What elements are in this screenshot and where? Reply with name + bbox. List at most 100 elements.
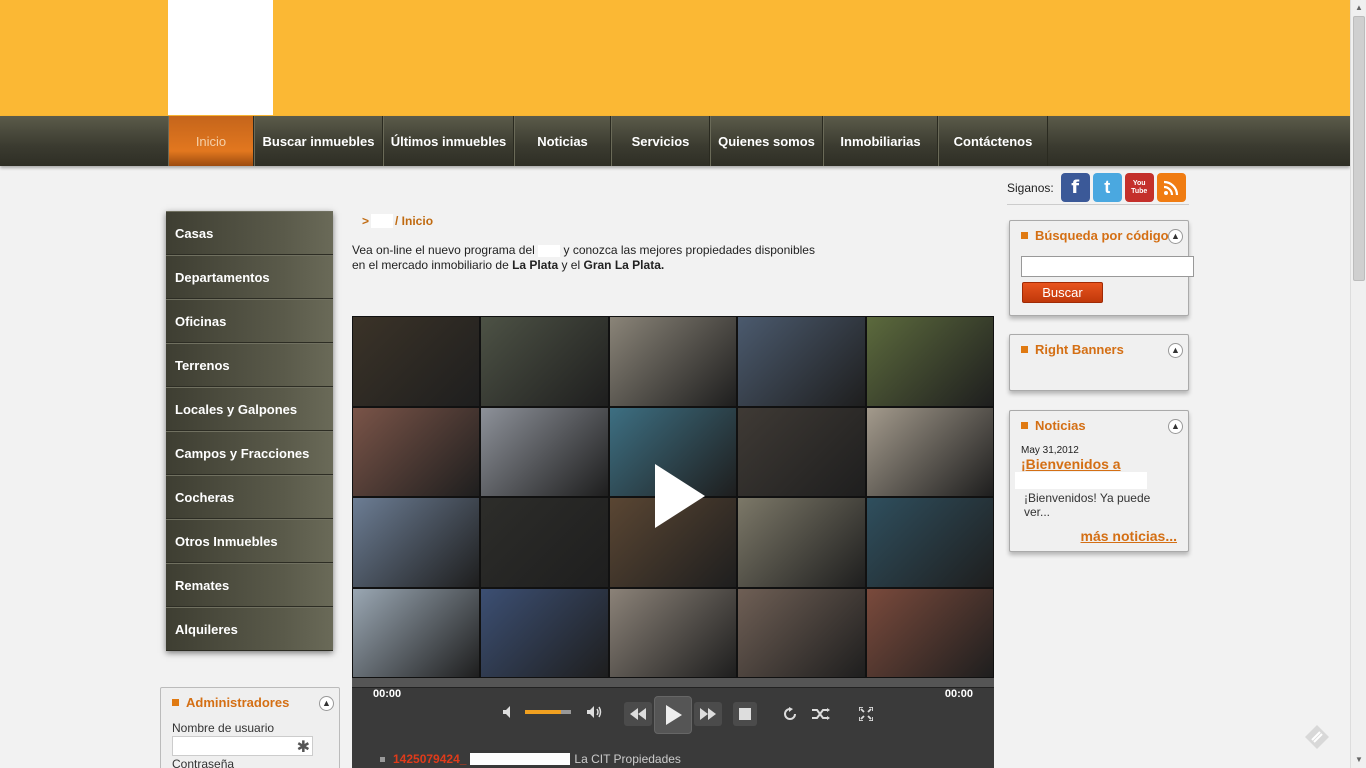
username-label: Nombre de usuario: [172, 721, 275, 735]
facebook-icon[interactable]: f: [1060, 173, 1090, 202]
repeat-icon[interactable]: [780, 704, 800, 724]
youtube-icon[interactable]: You Tube: [1124, 173, 1154, 202]
video-thumbnail-tile: [865, 406, 994, 497]
play-overlay-icon[interactable]: [635, 456, 715, 536]
scroll-thumb[interactable]: [1353, 16, 1365, 281]
category-otros-inmuebles[interactable]: Otros Inmuebles: [166, 519, 333, 563]
feedback-icon[interactable]: [1304, 724, 1330, 750]
collapse-up-icon[interactable]: ▲: [1168, 229, 1183, 244]
video-thumbnail-tile: [480, 406, 609, 497]
follow-us-bar: Siganos: f t You Tube: [1007, 171, 1189, 205]
main-nav: Inicio Buscar inmuebles Últimos inmueble…: [0, 116, 1350, 166]
news-title: Noticias: [1021, 418, 1086, 433]
category-locales-galpones[interactable]: Locales y Galpones: [166, 387, 333, 431]
page-scrollbar[interactable]: ▲ ▼: [1350, 0, 1366, 768]
listing-redacted: [470, 753, 571, 765]
nav-noticias[interactable]: Noticias: [514, 116, 611, 166]
video-thumbnail-tile: [352, 497, 481, 588]
nav-inmobiliarias[interactable]: Inmobiliarias: [823, 116, 938, 166]
shuffle-icon[interactable]: [810, 704, 832, 724]
code-search-box: Búsqueda por código ▲ Buscar: [1009, 220, 1194, 316]
category-menu: Casas Departamentos Oficinas Terrenos Lo…: [166, 211, 333, 651]
volume-max-icon[interactable]: [584, 702, 606, 722]
intro-text: Vea on-line el nuevo programa del y cono…: [352, 243, 832, 273]
listing-text: La CIT Propiedades: [574, 752, 681, 766]
news-headline-link[interactable]: ¡Bienvenidos a: [1021, 456, 1121, 472]
list-bullet-icon: [380, 756, 385, 762]
twitter-icon[interactable]: t: [1092, 173, 1122, 202]
video-thumbnail-tile: [480, 316, 609, 407]
video-player[interactable]: [352, 316, 994, 678]
play-button[interactable]: [654, 696, 692, 734]
right-banners-box: Right Banners ▲: [1009, 334, 1189, 391]
video-thumbnail-tile: [608, 587, 738, 678]
volume-level: [525, 710, 561, 714]
volume-slider[interactable]: [525, 710, 571, 714]
required-asterisk-icon: ✱: [296, 739, 310, 756]
collapse-up-icon[interactable]: ▲: [319, 696, 334, 711]
time-total: 00:00: [944, 688, 973, 700]
nav-quienes-somos[interactable]: Quienes somos: [710, 116, 823, 166]
video-thumbnail-tile: [737, 587, 866, 678]
listing-item[interactable]: 1425079424_ La CIT Propiedades: [380, 752, 681, 766]
video-thumbnail-tile: [352, 316, 481, 407]
nav-inicio[interactable]: Inicio: [168, 116, 254, 166]
more-news-link[interactable]: más noticias...: [1081, 528, 1177, 544]
category-casas[interactable]: Casas: [166, 211, 333, 255]
intro-line1-a: Vea on-line el nuevo programa del: [352, 243, 535, 257]
category-campos-fracciones[interactable]: Campos y Fracciones: [166, 431, 333, 475]
nav-servicios[interactable]: Servicios: [611, 116, 710, 166]
mute-icon[interactable]: [499, 702, 519, 722]
intro-line2-b: y el: [561, 258, 581, 272]
video-thumbnail-tile: [865, 587, 994, 678]
fullscreen-icon[interactable]: [856, 704, 876, 724]
category-terrenos[interactable]: Terrenos: [166, 343, 333, 387]
listing-code[interactable]: 1425079424_: [393, 752, 466, 766]
stop-icon[interactable]: [733, 702, 757, 726]
code-search-input[interactable]: [1021, 256, 1194, 277]
nav-contactenos[interactable]: Contáctenos: [938, 116, 1048, 166]
breadcrumb: > / Inicio: [362, 214, 433, 228]
follow-label: Siganos:: [1007, 180, 1054, 195]
breadcrumb-current[interactable]: / Inicio: [395, 214, 433, 228]
site-logo[interactable]: [168, 0, 273, 115]
category-departamentos[interactable]: Departamentos: [166, 255, 333, 299]
scroll-up-icon[interactable]: ▲: [1351, 0, 1366, 16]
category-cocheras[interactable]: Cocheras: [166, 475, 333, 519]
nav-ultimos-inmuebles[interactable]: Últimos inmuebles: [383, 116, 514, 166]
video-thumbnail-tile: [737, 497, 866, 588]
intro-redacted: [538, 244, 561, 257]
password-label: Contraseña: [172, 757, 235, 768]
intro-line1-b: y conozca las mejores propiedades dispon…: [563, 243, 815, 257]
rewind-icon[interactable]: [624, 702, 652, 726]
category-alquileres[interactable]: Alquileres: [166, 607, 333, 651]
video-thumbnail-tile: [352, 587, 481, 678]
news-headline-redacted: [1015, 472, 1147, 489]
video-thumbnail-tile: [737, 316, 866, 407]
bullet-icon: [172, 699, 179, 706]
breadcrumb-arrow: >: [362, 214, 370, 228]
collapse-up-icon[interactable]: ▲: [1168, 343, 1183, 358]
news-date: May 31,2012: [1021, 445, 1079, 456]
rss-icon[interactable]: [1156, 173, 1186, 202]
video-thumbnail-tile: [865, 497, 994, 588]
fast-forward-icon[interactable]: [694, 702, 722, 726]
video-thumbnail-tile: [865, 316, 994, 407]
code-search-title: Búsqueda por código: [1021, 228, 1169, 243]
category-remates[interactable]: Remates: [166, 563, 333, 607]
username-input[interactable]: ✱: [172, 736, 313, 756]
bullet-icon: [1021, 346, 1028, 353]
video-thumbnail-tile: [737, 406, 866, 497]
scroll-down-icon[interactable]: ▼: [1351, 752, 1366, 768]
bullet-icon: [1021, 232, 1028, 239]
collapse-up-icon[interactable]: ▲: [1168, 419, 1183, 434]
category-oficinas[interactable]: Oficinas: [166, 299, 333, 343]
time-current: 00:00: [373, 688, 402, 700]
nav-buscar-inmuebles[interactable]: Buscar inmuebles: [254, 116, 383, 166]
video-thumbnail-tile: [352, 406, 481, 497]
buscar-button[interactable]: Buscar: [1022, 282, 1103, 303]
news-title-text: Noticias: [1035, 418, 1086, 433]
video-thumbnail-tile: [480, 587, 609, 678]
intro-line2-a: en el mercado inmobiliario de: [352, 258, 509, 272]
progress-bar[interactable]: [352, 678, 994, 688]
